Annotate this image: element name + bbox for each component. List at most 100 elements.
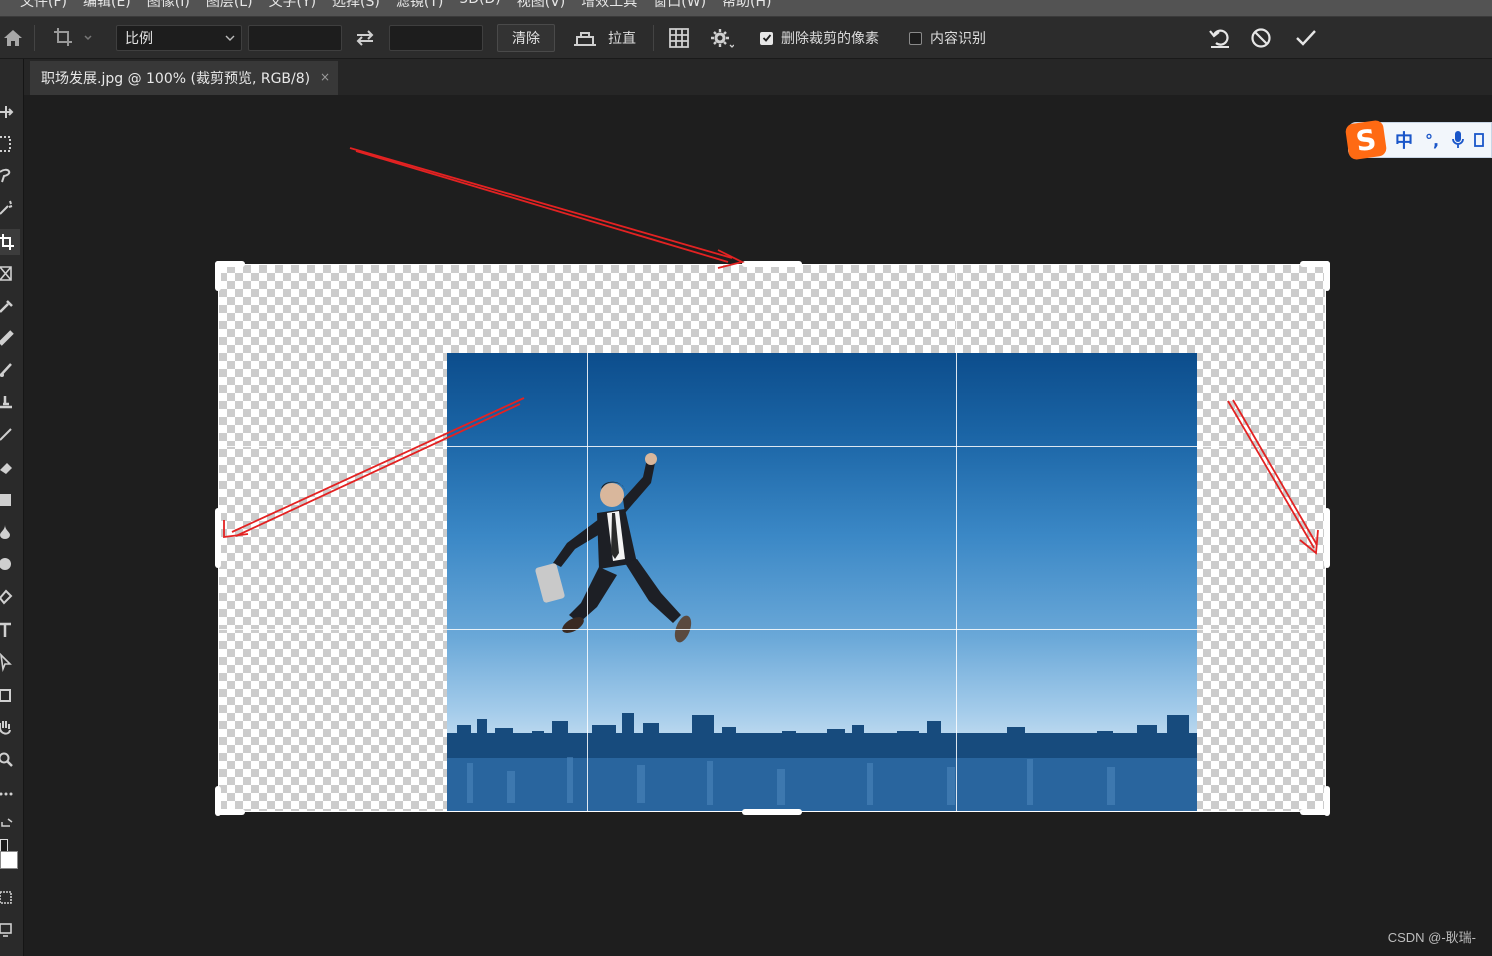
eyedropper-tool[interactable] [0, 293, 20, 319]
quick-mask-mode[interactable] [0, 885, 20, 911]
clone-stamp-tool[interactable] [0, 389, 20, 415]
ime-logo[interactable]: S [1344, 119, 1388, 161]
zoom-tool[interactable] [0, 747, 20, 773]
reset-icon [1209, 29, 1229, 48]
ellipsis-icon [0, 792, 13, 796]
pen-tool[interactable] [0, 585, 20, 611]
close-tab-icon[interactable]: × [320, 70, 330, 84]
menu-file[interactable]: 文件(F) [20, 0, 67, 11]
crop-handle-bottom[interactable] [742, 809, 802, 815]
separator [653, 25, 654, 51]
ime-menu-icon[interactable] [1473, 130, 1485, 150]
dodge-icon [0, 558, 11, 570]
move-icon [0, 106, 14, 118]
delete-cropped-check[interactable] [760, 31, 773, 45]
document-tab-title: 职场发展.jpg @ 100% (裁剪预览, RGB/8) [41, 71, 311, 87]
menu-items: 文件(F) 编辑(E) 图像(I) 图层(L) 文字(Y) 选择(S) 滤镜(T… [20, 0, 772, 11]
swap-colors-icon [1, 818, 13, 827]
home-icon [4, 30, 22, 46]
menu-select[interactable]: 选择(S) [332, 0, 380, 11]
crop-handle-top[interactable] [742, 261, 802, 267]
dodge-tool[interactable] [0, 551, 20, 577]
separator [34, 25, 35, 51]
straighten-label: 拉直 [608, 31, 636, 47]
menu-plugins[interactable]: 增效工具 [581, 0, 637, 11]
history-brush-tool[interactable] [0, 421, 20, 447]
more-tools[interactable] [0, 781, 20, 807]
menu-layer[interactable]: 图层(L) [206, 0, 253, 11]
height-input[interactable] [389, 25, 483, 51]
content-aware-checkbox[interactable]: 内容识别 [909, 17, 986, 59]
home-button[interactable] [2, 17, 24, 59]
screen-mode[interactable] [0, 917, 20, 943]
hand-tool[interactable] [0, 715, 20, 741]
chevron-down-icon [225, 35, 235, 41]
move-tool[interactable] [0, 99, 20, 125]
reset-crop-button[interactable] [1208, 17, 1232, 59]
ime-toolbar[interactable]: S 中 °, [1344, 119, 1492, 161]
ime-mode-toggle[interactable]: 中 [1395, 127, 1413, 153]
gradient-tool[interactable] [0, 487, 20, 513]
delete-cropped-label: 删除裁剪的像素 [781, 31, 879, 47]
photo-illustration [447, 453, 1197, 811]
lasso-icon [0, 168, 11, 183]
crop-tool[interactable] [0, 229, 20, 255]
cancel-icon [1251, 28, 1271, 48]
gradient-icon [0, 494, 11, 506]
gear-icon [711, 29, 734, 48]
quick-select-tool[interactable] [0, 195, 20, 221]
crop-handle-bottom-left[interactable] [215, 809, 245, 815]
grid-line-horizontal-2 [219, 629, 1325, 630]
menu-type[interactable]: 文字(Y) [269, 0, 316, 11]
background-color[interactable] [0, 851, 18, 869]
crop-settings-button[interactable] [710, 17, 734, 59]
crop-handle-bottom-right[interactable] [1300, 809, 1330, 815]
brush-tool[interactable] [0, 357, 20, 383]
delete-cropped-checkbox[interactable]: 删除裁剪的像素 [760, 17, 879, 59]
menu-image[interactable]: 图像(I) [147, 0, 190, 11]
menu-filter[interactable]: 滤镜(T) [396, 0, 443, 11]
marquee-tool[interactable] [0, 131, 20, 157]
crop-tool-preset[interactable] [52, 17, 92, 59]
grid-overlay-button[interactable] [668, 17, 690, 59]
cancel-crop-button[interactable] [1250, 17, 1272, 59]
swap-colors[interactable] [0, 811, 20, 837]
quick-mask-icon [0, 891, 12, 904]
eraser-tool[interactable] [0, 455, 20, 481]
menu-view[interactable]: 视图(V) [517, 0, 566, 11]
menu-help[interactable]: 帮助(H) [722, 0, 771, 11]
grid-line-vertical-1 [587, 353, 588, 811]
magic-wand-icon [0, 200, 13, 215]
check-icon [762, 34, 771, 42]
healing-brush-tool[interactable] [0, 325, 20, 351]
type-tool[interactable] [0, 617, 20, 643]
crop-icon [0, 234, 14, 250]
crop-handle-right[interactable] [1324, 508, 1330, 568]
blur-tool[interactable] [0, 519, 20, 545]
crop-handle-left[interactable] [215, 508, 221, 568]
path-selection-tool[interactable] [0, 649, 20, 675]
ime-punct-toggle[interactable]: °, [1425, 131, 1439, 150]
menu-window[interactable]: 窗口(W) [653, 0, 706, 11]
grid-line-vertical-2 [956, 265, 957, 811]
swap-dimensions-button[interactable] [354, 17, 376, 59]
width-input[interactable] [248, 25, 342, 51]
content-aware-check[interactable] [909, 31, 922, 45]
businessman-figure [535, 453, 692, 643]
crop-handle-top-right-vertical[interactable] [1324, 261, 1330, 291]
content-aware-label: 内容识别 [930, 31, 986, 47]
lasso-tool[interactable] [0, 163, 20, 189]
rectangle-tool[interactable] [0, 683, 20, 709]
frame-tool[interactable] [0, 261, 20, 287]
commit-crop-button[interactable] [1294, 17, 1318, 59]
clear-button[interactable]: 清除 [497, 24, 555, 52]
menu-3d[interactable]: 3D(D) [459, 0, 500, 11]
color-swatches[interactable] [0, 837, 20, 877]
straighten-button[interactable]: 拉直 [572, 17, 636, 59]
document-tab[interactable]: 职场发展.jpg @ 100% (裁剪预览, RGB/8) × [30, 61, 338, 95]
ratio-select[interactable]: 比例 [116, 25, 242, 51]
microphone-icon[interactable] [1451, 130, 1465, 150]
watermark: CSDN @-耿瑞- [1387, 930, 1476, 945]
menu-edit[interactable]: 编辑(E) [83, 0, 131, 11]
crop-handle-top-left-vertical[interactable] [215, 261, 221, 291]
